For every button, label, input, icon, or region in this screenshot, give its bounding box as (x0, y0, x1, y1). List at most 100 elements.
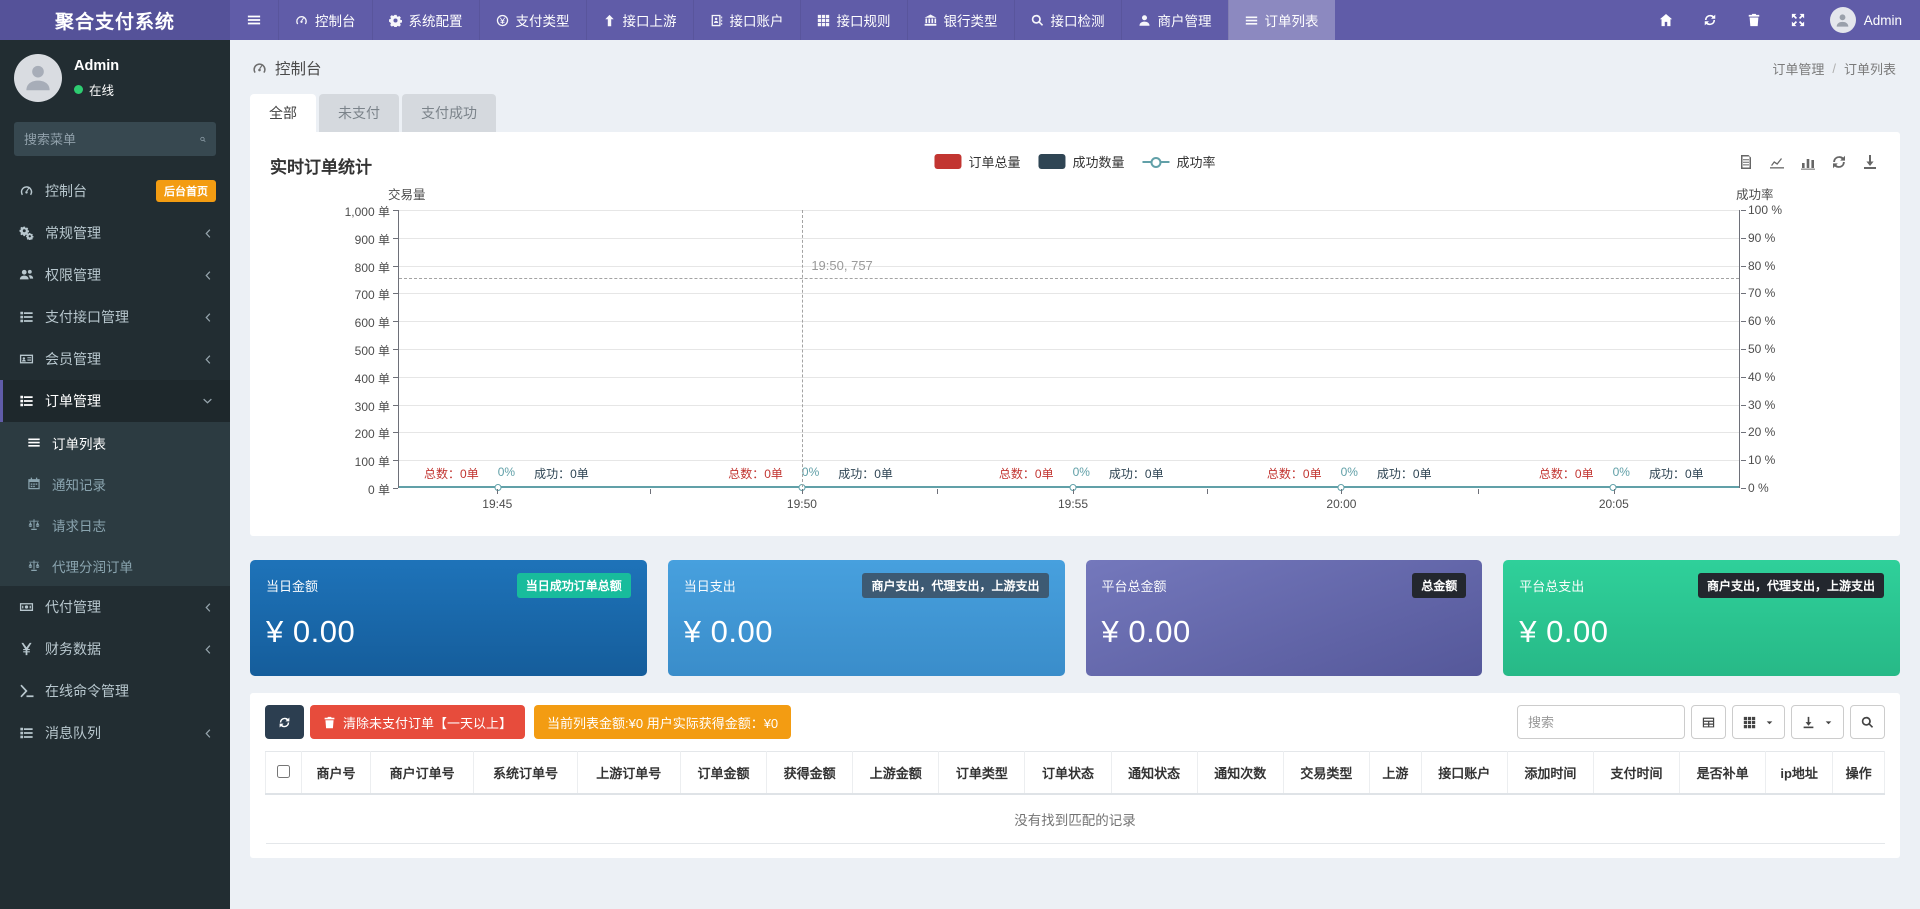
main-nav: 控制台 系统配置 支付类型 接口上游 接口账户 接口规则 银行类型 接口检测 商… (278, 0, 1335, 40)
user-name: Admin (74, 58, 119, 74)
y-axis-tick (393, 293, 398, 294)
sidebar-item-payout-management[interactable]: 代付管理 (0, 586, 230, 628)
line-chart-icon[interactable] (1769, 154, 1785, 170)
card-today-amount: 当日金额当日成功订单总额 ¥ 0.00 (250, 560, 647, 676)
column-header[interactable]: 支付时间 (1593, 752, 1679, 795)
sidebar-item-payment-interface[interactable]: 支付接口管理 (0, 296, 230, 338)
sidebar-item-label: 支付接口管理 (45, 307, 189, 327)
sidebar-subitem-agent-profit-orders[interactable]: 代理分润订单 (0, 545, 230, 586)
id-card-icon (18, 352, 35, 366)
bar-chart-icon[interactable] (1800, 154, 1816, 170)
card-badge: 总金额 (1412, 573, 1466, 598)
gridline (399, 210, 1739, 211)
y-axis-tick (393, 266, 398, 267)
sidebar-item-label: 代理分润订单 (52, 556, 133, 576)
sidebar-subitem-request-logs[interactable]: 请求日志 (0, 504, 230, 545)
sidebar-item-permission-management[interactable]: 权限管理 (0, 254, 230, 296)
column-header[interactable]: 商户订单号 (370, 752, 473, 795)
tab-all[interactable]: 全部 (250, 94, 316, 132)
card-today-expense: 当日支出商户支出，代理支出，上游支出 ¥ 0.00 (668, 560, 1065, 676)
x-axis-tick (497, 489, 498, 494)
total-label: 总数：0单 (1539, 465, 1594, 482)
menu-search-input[interactable] (24, 132, 200, 147)
y-axis-label-right: 20 % (1748, 425, 1880, 439)
user-menu[interactable]: Admin (1820, 0, 1920, 40)
refresh-table-button[interactable] (265, 705, 304, 739)
column-header[interactable]: 通知次数 (1197, 752, 1283, 795)
column-header[interactable]: 交易类型 (1283, 752, 1369, 795)
column-header[interactable]: ip地址 (1766, 752, 1833, 795)
rate-label: 0% (1341, 465, 1358, 482)
column-header[interactable]: 获得金额 (767, 752, 853, 795)
brand-logo[interactable]: 聚合支付系统 (0, 0, 230, 40)
table-search-input[interactable] (1517, 705, 1685, 739)
column-header[interactable]: 接口账户 (1421, 752, 1507, 795)
sidebar-item-message-queue[interactable]: 消息队列 (0, 712, 230, 754)
pay-circle-icon (496, 14, 509, 27)
sidebar-item-general-management[interactable]: 常规管理 (0, 212, 230, 254)
nav-item-interface-check[interactable]: 接口检测 (1014, 0, 1121, 40)
select-all-checkbox[interactable] (277, 765, 290, 778)
nav-item-dashboard[interactable]: 控制台 (278, 0, 372, 40)
toggle-view-button[interactable] (1691, 705, 1726, 739)
nav-item-order-list[interactable]: 订单列表 (1228, 0, 1335, 40)
sidebar-item-finance-data[interactable]: 财务数据 (0, 628, 230, 670)
export-dropdown-button[interactable] (1791, 705, 1844, 739)
sidebar-toggle-button[interactable] (230, 0, 278, 40)
column-header[interactable]: 订单类型 (939, 752, 1025, 795)
chevron-left-icon (199, 228, 216, 239)
column-header[interactable]: 订单金额 (680, 752, 766, 795)
tab-unpaid[interactable]: 未支付 (319, 94, 399, 132)
home-button[interactable] (1644, 0, 1688, 40)
column-header[interactable]: 操作 (1833, 752, 1885, 795)
refresh-button[interactable] (1688, 0, 1732, 40)
nav-item-interface-upstream[interactable]: 接口上游 (586, 0, 693, 40)
nav-item-bank-type[interactable]: 银行类型 (907, 0, 1014, 40)
sidebar-subitem-order-list[interactable]: 订单列表 (0, 422, 230, 463)
sidebar-subitem-notify-records[interactable]: 通知记录 (0, 463, 230, 504)
legend-item-success-count[interactable]: 成功数量 (1038, 152, 1124, 171)
success-label: 成功：0单 (1649, 465, 1704, 482)
columns-dropdown-button[interactable] (1732, 705, 1785, 739)
sidebar-menu: 控制台后台首页 常规管理 权限管理 支付接口管理 会员管理 订单管理 订单列表 … (0, 170, 230, 754)
column-header[interactable]: 订单状态 (1025, 752, 1111, 795)
order-tabs: 全部 未支付 支付成功 (250, 94, 1900, 132)
column-header[interactable]: 商户号 (302, 752, 371, 795)
sidebar-item-order-management[interactable]: 订单管理 (0, 380, 230, 422)
nav-item-interface-account[interactable]: 接口账户 (693, 0, 800, 40)
sidebar-item-online-command[interactable]: 在线命令管理 (0, 670, 230, 712)
column-header[interactable]: 通知状态 (1111, 752, 1197, 795)
user-status: 在线 (74, 80, 119, 99)
clear-cache-button[interactable] (1732, 0, 1776, 40)
save-image-icon[interactable] (1862, 154, 1878, 170)
nav-item-payment-type[interactable]: 支付类型 (479, 0, 586, 40)
column-header[interactable]: 上游订单号 (577, 752, 680, 795)
sidebar-item-label: 权限管理 (45, 265, 189, 285)
fullscreen-button[interactable] (1776, 0, 1820, 40)
nav-item-system-config[interactable]: 系统配置 (372, 0, 479, 40)
column-header[interactable]: 是否补单 (1680, 752, 1766, 795)
x-axis-label: 19:55 (1058, 497, 1088, 511)
tab-paid-success[interactable]: 支付成功 (402, 94, 496, 132)
column-header[interactable]: 上游 (1369, 752, 1421, 795)
sidebar-item-member-management[interactable]: 会员管理 (0, 338, 230, 380)
legend-item-order-total[interactable]: 订单总量 (934, 152, 1020, 171)
data-view-icon[interactable] (1738, 154, 1754, 170)
column-header[interactable]: 添加时间 (1507, 752, 1593, 795)
orders-table: 商户号 商户订单号 系统订单号 上游订单号 订单金额 获得金额 上游金额 订单类… (265, 751, 1885, 844)
nav-item-merchant-management[interactable]: 商户管理 (1121, 0, 1228, 40)
nav-item-interface-rules[interactable]: 接口规则 (800, 0, 907, 40)
list-icon (18, 310, 35, 324)
restore-icon[interactable] (1831, 154, 1847, 170)
home-icon (1659, 13, 1673, 27)
bank-icon (924, 14, 937, 27)
legend-item-success-rate[interactable]: 成功率 (1143, 152, 1216, 171)
column-header[interactable]: 系统订单号 (474, 752, 577, 795)
sidebar-item-label: 订单列表 (52, 433, 106, 453)
clear-unpaid-orders-button[interactable]: 清除未支付订单【一天以上】 (310, 705, 525, 739)
column-header[interactable]: 上游金额 (853, 752, 939, 795)
breadcrumb-item[interactable]: 订单管理 (1772, 59, 1824, 78)
search-button[interactable] (1850, 705, 1885, 739)
sidebar-item-dashboard[interactable]: 控制台后台首页 (0, 170, 230, 212)
search-icon[interactable] (200, 133, 206, 146)
